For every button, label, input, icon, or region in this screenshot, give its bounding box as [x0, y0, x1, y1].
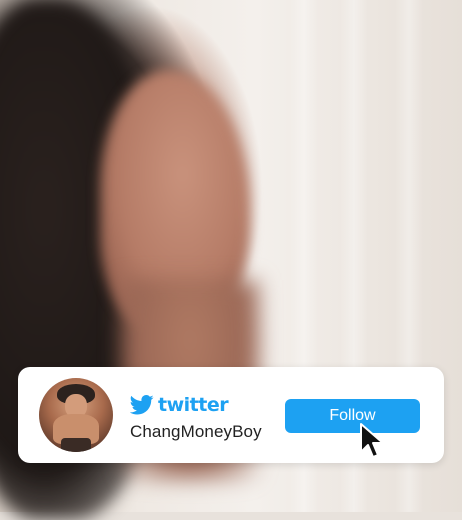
brand-wordmark: twitter	[158, 393, 229, 416]
mouse-pointer-icon	[360, 423, 384, 458]
follow-button[interactable]: Follow	[285, 399, 420, 433]
avatar[interactable]	[39, 378, 113, 452]
brand-logo: twitter	[130, 393, 229, 416]
twitter-bird-icon	[130, 395, 154, 415]
username[interactable]: ChangMoneyBoy	[130, 422, 262, 442]
